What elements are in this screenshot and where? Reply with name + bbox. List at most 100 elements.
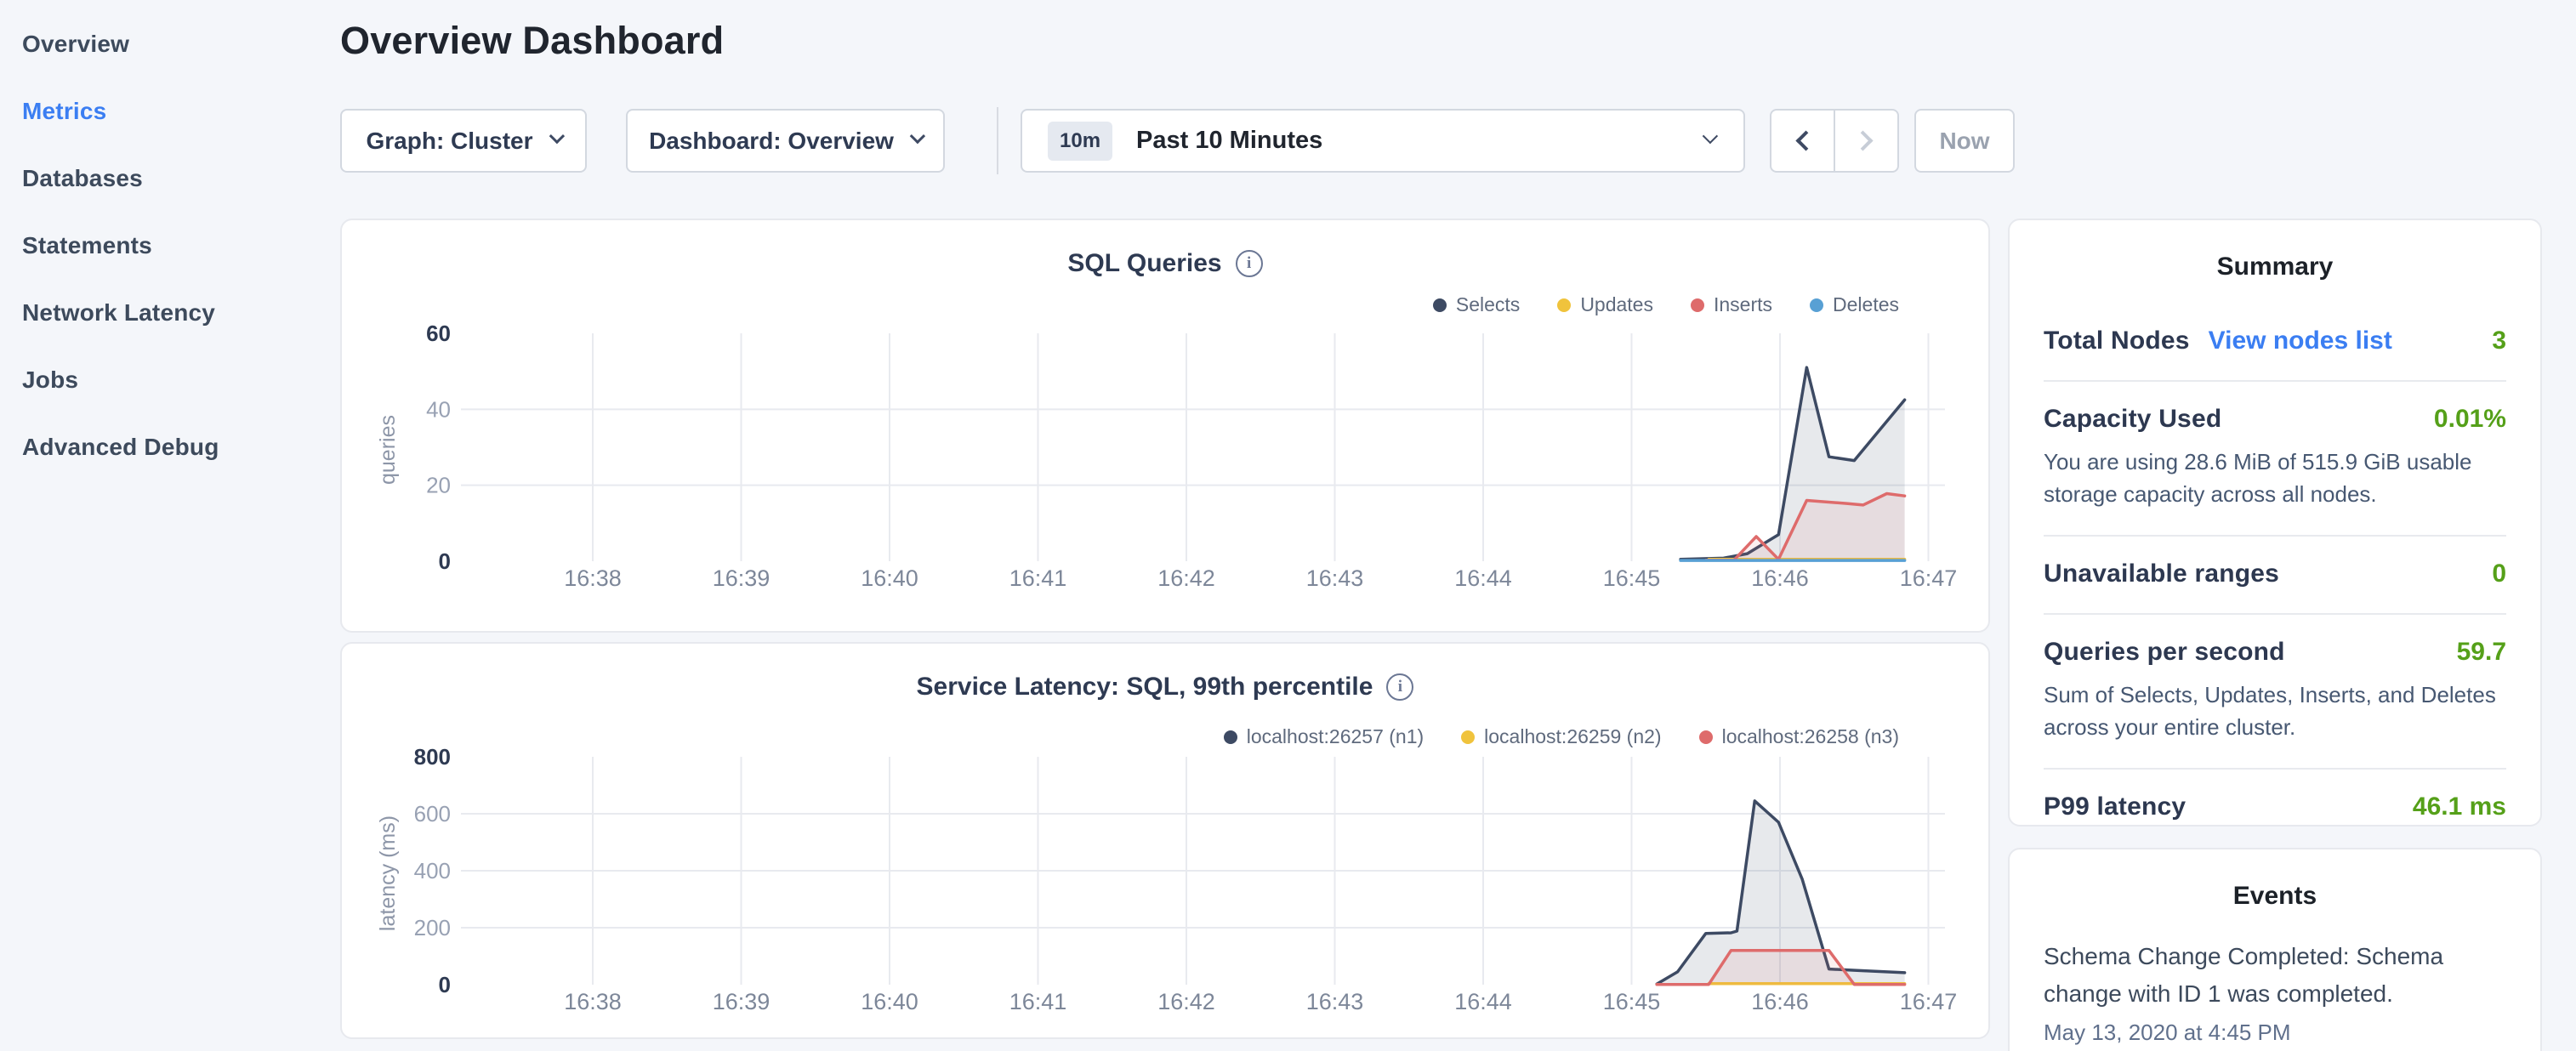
svg-text:0: 0 <box>439 548 451 574</box>
sidebar-item-databases[interactable]: Databases <box>0 145 340 212</box>
time-range-label: Past 10 Minutes <box>1136 127 1322 155</box>
svg-text:16:39: 16:39 <box>713 989 771 1014</box>
events-heading: Events <box>2044 849 2506 911</box>
legend-dot-icon <box>1557 298 1571 312</box>
svg-text:16:41: 16:41 <box>1009 989 1067 1014</box>
svg-text:0: 0 <box>439 972 451 997</box>
time-range-badge: 10m <box>1048 122 1112 161</box>
legend-item: localhost:26259 (n2) <box>1461 725 1661 748</box>
summary-row-unavailable-ranges: Unavailable ranges 0 <box>2044 537 2506 615</box>
sidebar-item-statements[interactable]: Statements <box>0 212 340 279</box>
sidebar-item-jobs[interactable]: Jobs <box>0 346 340 413</box>
summary-value: 46.1 ms <box>2413 793 2506 821</box>
sidebar-item-network-latency[interactable]: Network Latency <box>0 279 340 346</box>
svg-text:16:45: 16:45 <box>1603 565 1661 591</box>
summary-value: 59.7 <box>2457 638 2506 667</box>
legend-dot-icon <box>1699 730 1713 744</box>
summary-subtext: You are using 28.6 MiB of 515.9 GiB usab… <box>2044 446 2506 510</box>
summary-row-qps: Queries per second 59.7 Sum of Selects, … <box>2044 615 2506 770</box>
summary-value: 0.01% <box>2434 405 2506 434</box>
legend-dot-icon <box>1433 298 1447 312</box>
svg-text:queries: queries <box>376 415 400 485</box>
chevron-right-icon <box>1852 130 1873 151</box>
svg-text:16:45: 16:45 <box>1603 989 1661 1014</box>
legend-item: Deletes <box>1810 293 1899 316</box>
svg-text:16:46: 16:46 <box>1751 565 1809 591</box>
legend-item: localhost:26257 (n1) <box>1224 725 1424 748</box>
chart-title: SQL Queries <box>1067 249 1221 278</box>
svg-text:16:43: 16:43 <box>1306 989 1364 1014</box>
svg-text:16:46: 16:46 <box>1751 989 1809 1014</box>
svg-text:16:43: 16:43 <box>1306 565 1364 591</box>
summary-subtext: Sum of Selects, Updates, Inserts, and De… <box>2044 679 2506 743</box>
svg-text:200: 200 <box>414 915 451 940</box>
chart-legend: Selects Updates Inserts Deletes <box>1433 293 1899 316</box>
legend-dot-icon <box>1461 730 1475 744</box>
event-text: Schema Change Completed: Schema change w… <box>2044 938 2506 1013</box>
info-icon[interactable]: i <box>1386 673 1413 701</box>
svg-text:16:41: 16:41 <box>1009 565 1067 591</box>
svg-text:400: 400 <box>414 858 451 883</box>
legend-dot-icon <box>1691 298 1704 312</box>
chart-title: Service Latency: SQL, 99th percentile <box>917 673 1373 702</box>
info-icon[interactable]: i <box>1236 250 1263 277</box>
chart-svg: 020406016:3816:3916:4016:4116:4216:4316:… <box>376 322 1975 611</box>
summary-label: Unavailable ranges <box>2044 560 2279 588</box>
dashboard-dropdown-label: Dashboard: Overview <box>649 128 894 155</box>
chart-svg: 020040060080016:3816:3916:4016:4116:4216… <box>376 746 1975 1035</box>
next-time-button[interactable] <box>1834 109 1899 173</box>
legend-label: localhost:26258 (n3) <box>1722 725 1899 748</box>
sql-queries-chart-panel: SQL Queries i Selects Updates Inserts Delet… <box>340 219 1990 633</box>
view-nodes-list-link[interactable]: View nodes list <box>2209 327 2392 355</box>
legend-label: Deletes <box>1833 293 1899 316</box>
summary-row-total-nodes: Total Nodes View nodes list 3 <box>2044 304 2506 382</box>
sidebar-item-advanced-debug[interactable]: Advanced Debug <box>0 413 340 480</box>
event-item: Schema Change Completed: Schema change w… <box>2044 938 2506 1046</box>
dashboard-dropdown[interactable]: Dashboard: Overview <box>626 109 945 173</box>
legend-label: Updates <box>1580 293 1653 316</box>
legend-item: Selects <box>1433 293 1520 316</box>
summary-value: 3 <box>2492 327 2506 355</box>
svg-text:16:40: 16:40 <box>861 565 918 591</box>
sidebar-item-metrics[interactable]: Metrics <box>0 77 340 145</box>
summary-row-capacity: Capacity Used 0.01% You are using 28.6 M… <box>2044 382 2506 537</box>
svg-text:16:40: 16:40 <box>861 989 918 1014</box>
summary-label: Queries per second <box>2044 638 2285 667</box>
sidebar-item-overview[interactable]: Overview <box>0 10 340 77</box>
previous-time-button[interactable] <box>1770 109 1834 173</box>
summary-label: P99 latency <box>2044 793 2186 821</box>
legend-item: Updates <box>1557 293 1653 316</box>
svg-text:16:47: 16:47 <box>1900 565 1958 591</box>
summary-value: 0 <box>2492 560 2506 588</box>
svg-text:16:47: 16:47 <box>1900 989 1958 1014</box>
svg-text:16:42: 16:42 <box>1157 989 1215 1014</box>
svg-text:800: 800 <box>414 746 451 770</box>
events-panel: Events Schema Change Completed: Schema c… <box>2008 848 2542 1051</box>
toolbar-divider <box>997 107 998 174</box>
summary-label: Capacity Used <box>2044 405 2221 434</box>
time-pager <box>1770 109 1899 173</box>
chevron-down-icon <box>549 128 564 144</box>
chevron-down-icon <box>1703 128 1718 144</box>
svg-text:16:39: 16:39 <box>713 565 771 591</box>
now-button[interactable]: Now <box>1914 109 2015 173</box>
legend-label: Inserts <box>1714 293 1772 316</box>
svg-text:40: 40 <box>426 396 451 422</box>
svg-text:16:44: 16:44 <box>1454 565 1512 591</box>
legend-label: Selects <box>1456 293 1520 316</box>
time-range-dropdown[interactable]: 10m Past 10 Minutes <box>1021 109 1745 173</box>
svg-text:latency (ms): latency (ms) <box>376 815 400 931</box>
svg-text:20: 20 <box>426 473 451 498</box>
event-timestamp: May 13, 2020 at 4:45 PM <box>2044 1020 2506 1046</box>
gridlines <box>461 333 1945 561</box>
page-title: Overview Dashboard <box>340 19 724 63</box>
svg-text:16:38: 16:38 <box>564 989 622 1014</box>
svg-text:16:44: 16:44 <box>1454 989 1512 1014</box>
chart-legend: localhost:26257 (n1) localhost:26259 (n2)… <box>1224 725 1899 748</box>
now-button-label: Now <box>1939 128 1989 155</box>
graph-dropdown[interactable]: Graph: Cluster <box>340 109 587 173</box>
legend-label: localhost:26257 (n1) <box>1247 725 1424 748</box>
svg-text:16:42: 16:42 <box>1157 565 1215 591</box>
svg-text:60: 60 <box>426 322 451 346</box>
service-latency-chart-panel: Service Latency: SQL, 99th percentile i … <box>340 642 1990 1039</box>
